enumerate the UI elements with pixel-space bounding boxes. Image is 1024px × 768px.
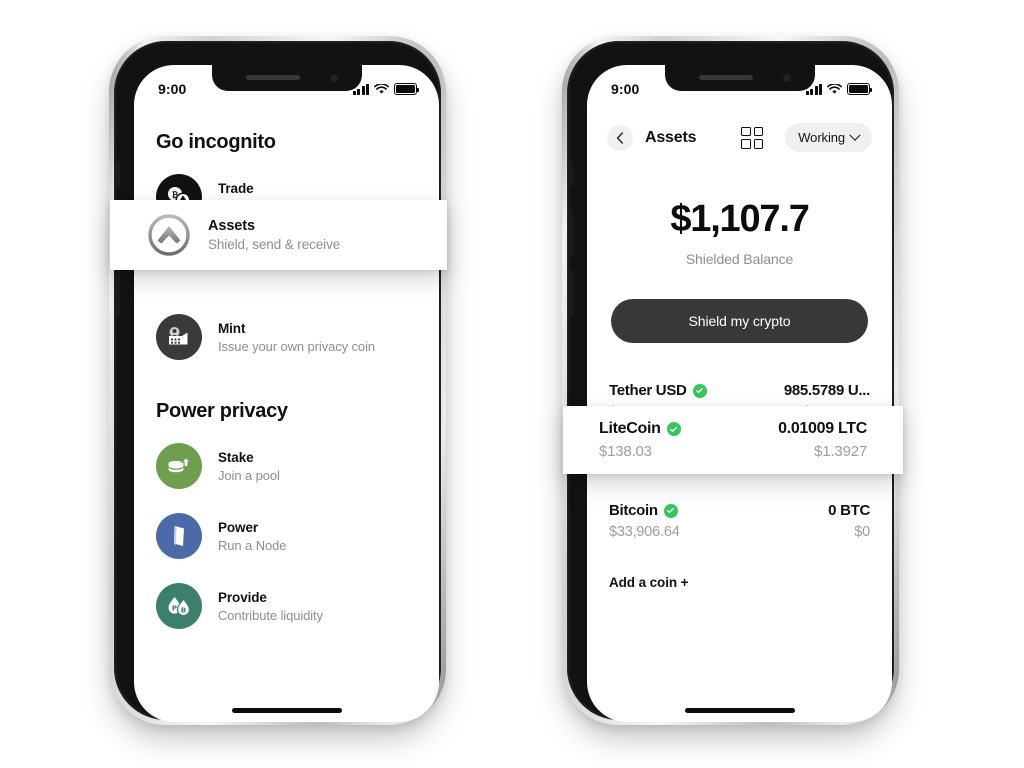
status-dropdown-working[interactable]: Working xyxy=(785,123,872,152)
battery-full-icon xyxy=(847,83,873,95)
coin-amount: 0 BTC xyxy=(828,502,870,519)
left-menu-content: Go incognito ₿ Trade Mint Issue your own… xyxy=(134,105,439,722)
balance-block: $1,107.7 Shielded Balance xyxy=(587,198,892,267)
menu-item-text: Provide Contribute liquidity xyxy=(218,590,323,623)
phone-bezel: 9:00 Go incognito ₿ Trade Mint Issue you… xyxy=(114,41,441,722)
coin-price: $138.03 xyxy=(599,443,652,460)
silent-switch[interactable] xyxy=(569,161,573,187)
coin-name-wrap: Bitcoin xyxy=(609,502,678,519)
menu-item-title: Power xyxy=(218,519,259,535)
coin-value: $1.3927 xyxy=(814,443,867,460)
menu-item-subtitle: Shield, send & receive xyxy=(208,237,341,252)
coin-name-wrap: LiteCoin xyxy=(599,420,681,438)
phone-bezel: 9:00 Assets Working $1,107.7 Shielded Ba… xyxy=(567,41,894,722)
menu-item-subtitle: Run a Node xyxy=(218,537,287,553)
menu-list-power-privacy: Stake Join a pool Power Run a Node P B P… xyxy=(134,431,439,641)
verified-check-icon xyxy=(692,383,707,398)
coin-name-wrap: Tether USD xyxy=(609,382,707,399)
menu-item-text: Stake Join a pool xyxy=(218,450,280,483)
menu-item-text: Mint Issue your own privacy coin xyxy=(218,321,375,354)
coin-secondary-line: $33,906.64 $0 xyxy=(609,524,870,540)
menu-item-subtitle: Contribute liquidity xyxy=(218,607,323,623)
earpiece-speaker xyxy=(245,75,300,80)
volume-down-button[interactable] xyxy=(116,269,120,317)
shielded-balance-amount: $1,107.7 xyxy=(670,198,810,240)
coin-amount: 0.01009 LTC xyxy=(778,420,867,437)
menu-item-title: Assets xyxy=(208,218,255,234)
coin-name: Bitcoin xyxy=(609,502,658,519)
power-node-icon xyxy=(156,513,202,559)
section-title-go-incognito: Go incognito xyxy=(156,131,276,153)
home-indicator xyxy=(684,708,795,713)
qr-scan-icon[interactable] xyxy=(741,126,764,149)
home-indicator xyxy=(231,708,342,713)
front-camera xyxy=(782,74,791,82)
front-camera xyxy=(329,74,338,82)
status-bar-time: 9:00 xyxy=(611,81,640,97)
battery-full-icon xyxy=(394,83,420,95)
status-bar-icons xyxy=(352,83,420,95)
wifi-icon xyxy=(374,83,389,94)
volume-up-button[interactable] xyxy=(569,209,573,257)
coin-primary-line: LiteCoin 0.01009 LTC xyxy=(599,420,867,438)
coin-secondary-line: $138.03 $1.3927 xyxy=(599,443,867,460)
coin-price: $33,906.64 xyxy=(609,524,680,540)
shield-my-crypto-button[interactable]: Shield my crypto xyxy=(611,299,868,343)
assets-shield-icon xyxy=(146,212,192,258)
menu-item-power[interactable]: Power Run a Node xyxy=(134,501,439,571)
coin-amount: 985.5789 U... xyxy=(783,382,870,399)
left-screen: 9:00 Go incognito ₿ Trade Mint Issue you… xyxy=(134,65,439,722)
menu-item-title: Mint xyxy=(218,320,246,336)
menu-item-title: Stake xyxy=(218,449,254,465)
silent-switch[interactable] xyxy=(116,161,120,187)
phone-right-assets: 9:00 Assets Working $1,107.7 Shielded Ba… xyxy=(558,28,903,725)
menu-item-mint[interactable]: Mint Issue your own privacy coin xyxy=(134,302,439,372)
coin-value: $0 xyxy=(854,524,870,540)
coin-row-bitcoin[interactable]: Bitcoin 0 BTC $33,906.64 $0 xyxy=(587,491,892,551)
earpiece-speaker xyxy=(698,75,753,80)
provide-liquidity-droplets-icon: P B xyxy=(156,583,202,629)
menu-item-text: Power Run a Node xyxy=(218,520,286,553)
stake-coins-arrow-icon xyxy=(156,443,202,489)
volume-down-button[interactable] xyxy=(569,269,573,317)
phone-notch xyxy=(664,65,815,91)
menu-item-text: Assets Shield, send & receive xyxy=(208,218,340,252)
verified-check-icon xyxy=(666,422,681,436)
add-a-coin-link[interactable]: Add a coin + xyxy=(587,575,892,590)
menu-item-title: Trade xyxy=(218,180,254,196)
menu-item-subtitle: Join a pool xyxy=(218,467,280,483)
highlighted-menu-item-assets[interactable]: Assets Shield, send & receive xyxy=(110,200,447,270)
menu-item-provide[interactable]: P B Provide Contribute liquidity xyxy=(134,571,439,641)
right-screen: 9:00 Assets Working $1,107.7 Shielded Ba… xyxy=(587,65,892,722)
phone-left-menu: 9:00 Go incognito ₿ Trade Mint Issue you… xyxy=(105,28,450,725)
page-title: Assets xyxy=(645,128,697,146)
chevron-left-icon xyxy=(616,131,624,144)
status-bar-icons xyxy=(805,83,873,95)
highlighted-coin-row-litecoin[interactable]: LiteCoin 0.01009 LTC $138.03 $1.3927 xyxy=(563,406,903,474)
mint-factory-icon xyxy=(156,314,202,360)
menu-item-title: Provide xyxy=(218,589,267,605)
back-button[interactable] xyxy=(607,124,633,151)
phone-notch xyxy=(211,65,362,91)
section-title-power-privacy: Power privacy xyxy=(156,400,288,422)
app-bar: Assets Working xyxy=(587,105,892,152)
menu-item-stake[interactable]: Stake Join a pool xyxy=(134,431,439,501)
coin-primary-line: Bitcoin 0 BTC xyxy=(609,502,870,519)
verified-check-icon xyxy=(663,503,678,518)
shielded-balance-label: Shielded Balance xyxy=(685,251,794,267)
svg-text:B: B xyxy=(181,606,186,614)
status-dropdown-label: Working xyxy=(798,130,845,145)
coin-primary-line: Tether USD 985.5789 U... xyxy=(609,382,870,399)
status-bar-time: 9:00 xyxy=(158,81,187,97)
coin-name: LiteCoin xyxy=(599,420,661,437)
chevron-down-icon xyxy=(849,129,861,141)
wifi-icon xyxy=(827,83,842,94)
menu-item-subtitle: Issue your own privacy coin xyxy=(218,338,375,354)
svg-text:P: P xyxy=(172,604,177,612)
coin-name: Tether USD xyxy=(609,382,687,399)
